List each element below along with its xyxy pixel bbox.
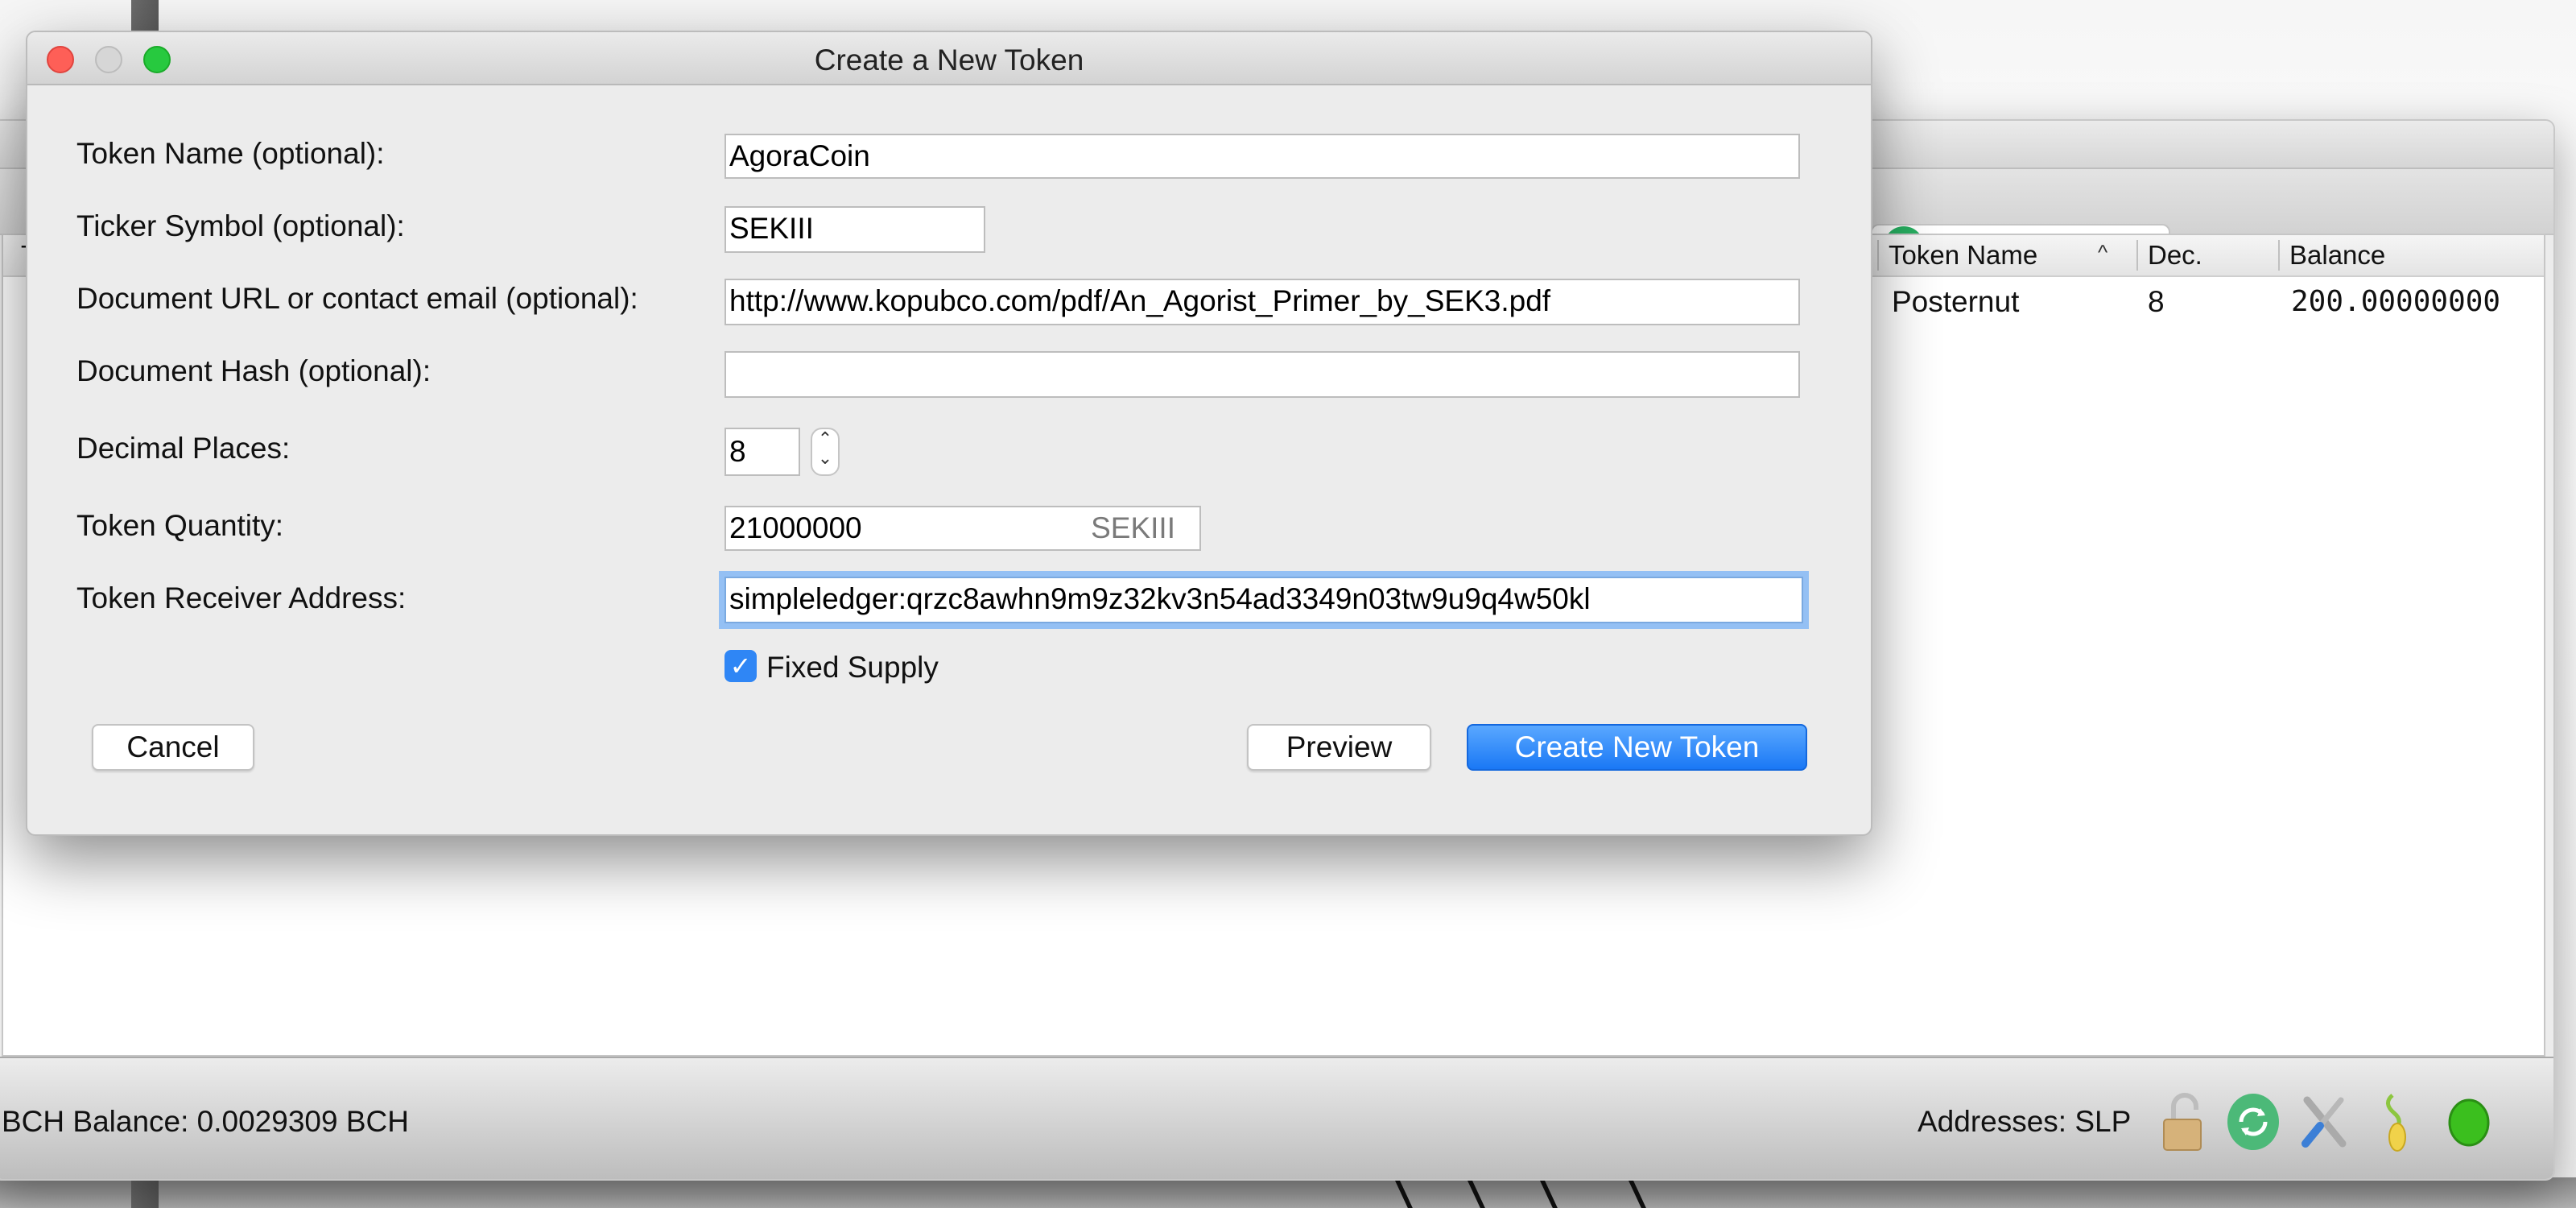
receiver-address-label: Token Receiver Address: [76,581,407,614]
create-token-dialog: Create a New Token Token Name (optional)… [26,31,1872,836]
token-quantity-value: 21000000 [729,511,862,544]
tools-icon[interactable] [2296,1092,2352,1152]
cell-decimals: 8 [2148,285,2165,318]
ticker-symbol-input[interactable]: SEKIII [724,206,985,253]
receiver-address-input[interactable]: simpleledger:qrzc8awhn9m9z32kv3n54ad3349… [724,577,1803,623]
token-name-label: Token Name (optional): [76,137,385,170]
network-status-icon[interactable] [2441,1092,2497,1152]
status-bar: BCH Balance: 0.0029309 BCH Addresses: SL… [0,1057,2553,1179]
document-hash-input[interactable] [724,351,1800,398]
preview-button[interactable]: Preview [1247,724,1431,771]
cell-balance: 200.00000000 [2291,285,2501,318]
document-url-input[interactable]: http://www.kopubco.com/pdf/An_Agorist_Pr… [724,279,1800,325]
token-name-input[interactable]: AgoraCoin [724,134,1800,179]
document-url-label: Document URL or contact email (optional)… [76,282,638,315]
lock-open-icon[interactable] [2159,1092,2215,1152]
desktop-element [131,1177,159,1208]
ticker-symbol-label: Ticker Symbol (optional): [76,209,405,242]
column-header-balance[interactable]: Balance [2278,240,2385,271]
decimal-places-input[interactable]: 8 [724,428,800,476]
decimal-places-stepper[interactable]: ⌃ ⌄ [811,428,840,476]
document-hash-label: Document Hash (optional): [76,354,431,387]
column-header-token-name[interactable]: Token Name [1877,240,2037,271]
bch-balance: BCH Balance: 0.0029309 BCH [2,1105,409,1138]
desktop-background [0,1177,2576,1208]
token-quantity-label: Token Quantity: [76,509,284,542]
fixed-supply-label[interactable]: Fixed Supply [766,651,939,685]
decimal-places-label: Decimal Places: [76,432,291,465]
stepper-up-icon[interactable]: ⌃ [812,429,838,449]
dialog-titlebar[interactable]: Create a New Token [27,32,1871,85]
desktop-element [131,0,159,31]
column-header-decimals[interactable]: Dec. [2136,240,2202,271]
stepper-down-icon[interactable]: ⌄ [812,449,838,468]
seed-icon[interactable] [2368,1092,2425,1152]
sort-ascending-icon[interactable]: ^ [2098,240,2107,265]
create-new-token-button[interactable]: Create New Token [1467,724,1807,771]
sync-icon[interactable] [2225,1092,2281,1152]
cancel-button[interactable]: Cancel [92,724,254,771]
fixed-supply-checkbox[interactable]: ✓ [724,650,757,682]
token-quantity-suffix: SEKIII [1091,511,1175,544]
addresses-mode: Addresses: SLP [1918,1105,2132,1138]
cell-token-name: Posternut [1892,285,2020,318]
dialog-title: Create a New Token [814,43,1084,77]
token-quantity-input[interactable]: 21000000 SEKIII [724,506,1201,551]
